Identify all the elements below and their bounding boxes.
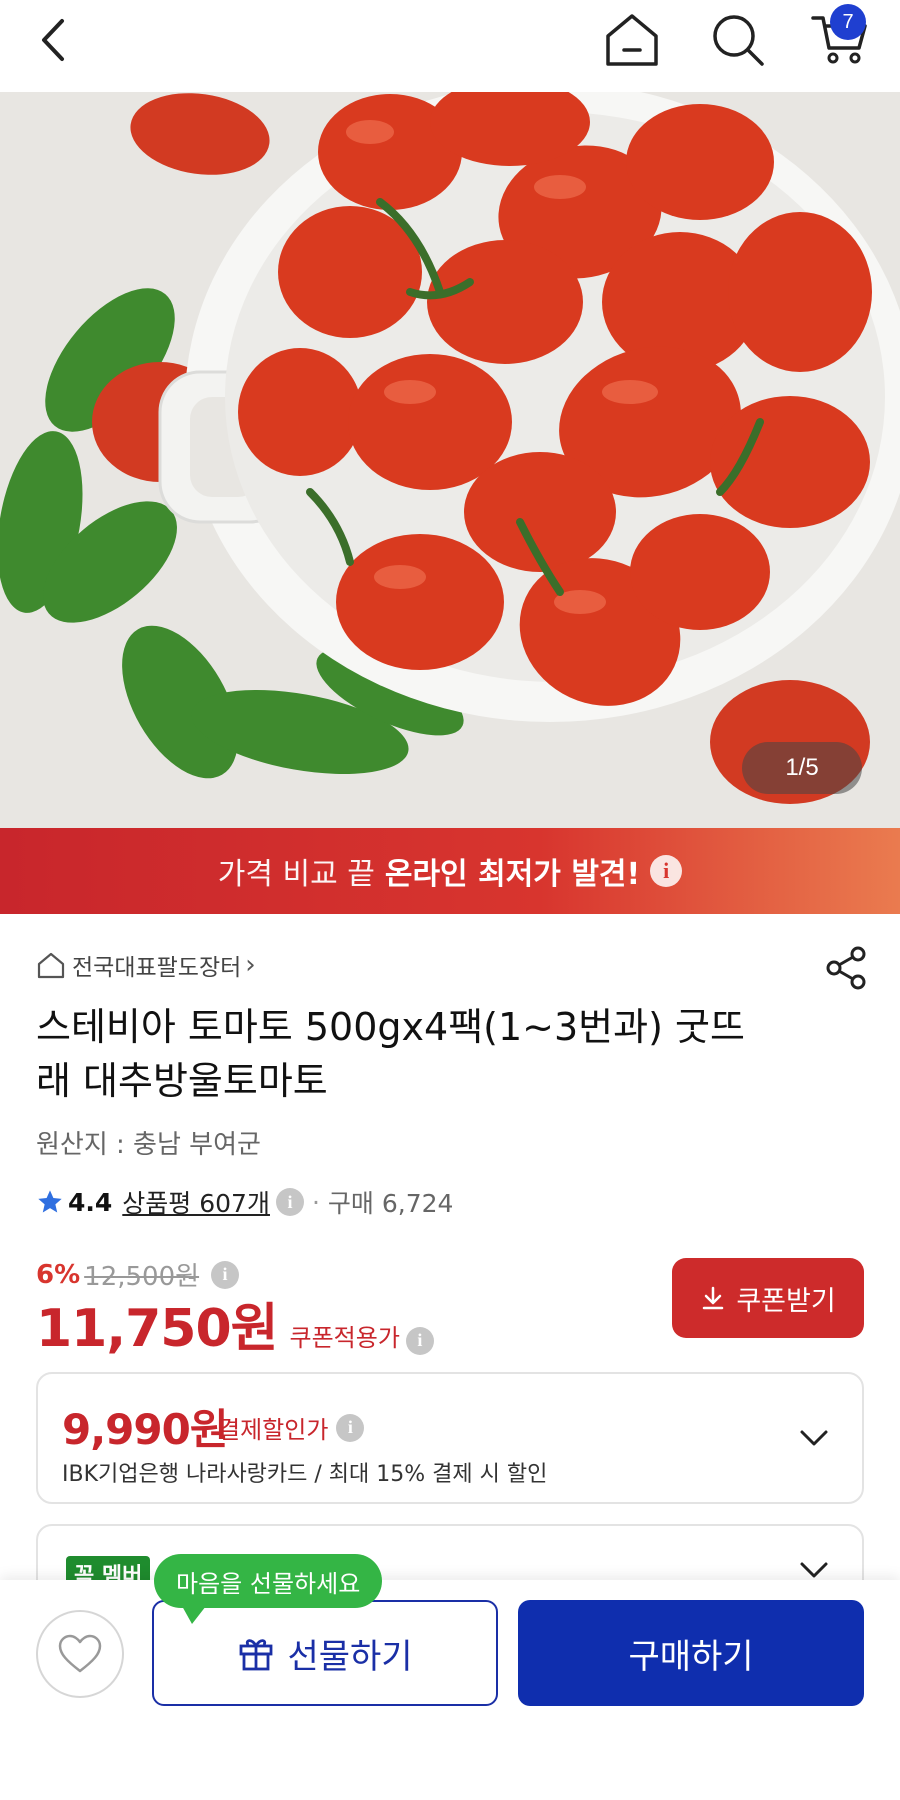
payment-discount-price: 9,990원 bbox=[62, 1405, 228, 1454]
payment-info-icon[interactable]: i bbox=[336, 1413, 365, 1442]
home-icon bbox=[606, 14, 658, 66]
heart-icon bbox=[58, 1634, 102, 1673]
payment-discount-label: 결제할인가 bbox=[218, 1416, 329, 1444]
gift-tooltip-text: 마음을 선물하세요 bbox=[176, 1569, 361, 1598]
info-icon[interactable]: i bbox=[650, 855, 683, 887]
promo-text-bold: 온라인 최저가 발견! bbox=[384, 857, 641, 892]
product-photo bbox=[0, 92, 900, 828]
reviews-info-icon[interactable]: i bbox=[275, 1188, 304, 1216]
rating-score: 4.4 bbox=[68, 1187, 113, 1217]
reviews-link[interactable]: 상품평 607개 bbox=[122, 1184, 270, 1220]
sale-price: 11,750원 bbox=[36, 1299, 279, 1359]
image-counter: 1/5 bbox=[742, 742, 862, 794]
back-arrow-icon bbox=[42, 19, 64, 61]
buy-button[interactable]: 구매하기 bbox=[518, 1600, 864, 1706]
download-icon bbox=[703, 1286, 724, 1310]
store-name: 전국대표팔도장터 bbox=[72, 955, 242, 981]
get-coupon-label: 쿠폰받기 bbox=[736, 1285, 836, 1317]
store-home-icon bbox=[37, 952, 65, 979]
cart-count-badge: 7 bbox=[830, 4, 866, 40]
gift-button-label: 선물하기 bbox=[287, 1636, 413, 1677]
price-info-icon[interactable]: i bbox=[211, 1260, 240, 1289]
back-button[interactable] bbox=[14, 0, 94, 80]
buy-button-label: 구매하기 bbox=[628, 1636, 754, 1677]
promo-text-light: 가격 비교 끝 bbox=[217, 857, 375, 892]
share-icon bbox=[826, 946, 866, 990]
store-link[interactable]: 전국대표팔도장터 › bbox=[36, 948, 256, 982]
purchase-count: 구매 6,724 bbox=[327, 1189, 454, 1218]
top-app-bar: 7 bbox=[0, 0, 900, 92]
lowest-price-banner[interactable]: 가격 비교 끝 온라인 최저가 발견! i bbox=[0, 828, 900, 914]
share-button[interactable] bbox=[822, 944, 870, 992]
bottom-action-bar: 선물하기 구매하기 bbox=[0, 1580, 900, 1800]
chevron-right-icon: › bbox=[245, 950, 256, 980]
wishlist-button[interactable] bbox=[36, 1610, 124, 1698]
home-button[interactable] bbox=[592, 0, 672, 80]
payment-discount-label-wrap: 결제할인가 i bbox=[218, 1410, 365, 1445]
gift-tooltip: 마음을 선물하세요 bbox=[154, 1554, 383, 1624]
chevron-down-icon[interactable] bbox=[796, 1420, 832, 1456]
coupon-info-icon[interactable]: i bbox=[405, 1326, 434, 1355]
search-button[interactable] bbox=[698, 0, 778, 80]
search-icon bbox=[713, 15, 764, 66]
coupon-price-label: 쿠폰적용가 bbox=[289, 1324, 400, 1352]
product-image-carousel[interactable]: 1/5 bbox=[0, 92, 900, 828]
origin-text: 원산지 : 충남 부여군 bbox=[36, 1130, 261, 1160]
star-icon bbox=[38, 1190, 62, 1213]
payment-discount-desc: IBK기업은행 나라사랑카드 / 최대 15% 결제 시 할인 bbox=[62, 1462, 548, 1487]
cart-button[interactable]: 7 bbox=[800, 0, 880, 80]
get-coupon-button[interactable]: 쿠폰받기 bbox=[672, 1258, 864, 1338]
separator: · bbox=[311, 1187, 320, 1217]
payment-discount-card[interactable]: 9,990원 결제할인가 i IBK기업은행 나라사랑카드 / 최대 15% 결… bbox=[36, 1372, 864, 1504]
gift-icon bbox=[240, 1639, 273, 1671]
discount-percent: 6% bbox=[36, 1259, 81, 1290]
tooltip-tail bbox=[182, 1606, 206, 1624]
price-row: 11,750원 쿠폰적용가 i bbox=[36, 1286, 434, 1361]
rating-row: 4.4 상품평 607개 i · 구매 6,724 bbox=[36, 1184, 453, 1220]
product-title: 스테비아 토마토 500gx4팩(1~3번과) 굿뜨래 대추방울토마토 bbox=[36, 1005, 745, 1103]
